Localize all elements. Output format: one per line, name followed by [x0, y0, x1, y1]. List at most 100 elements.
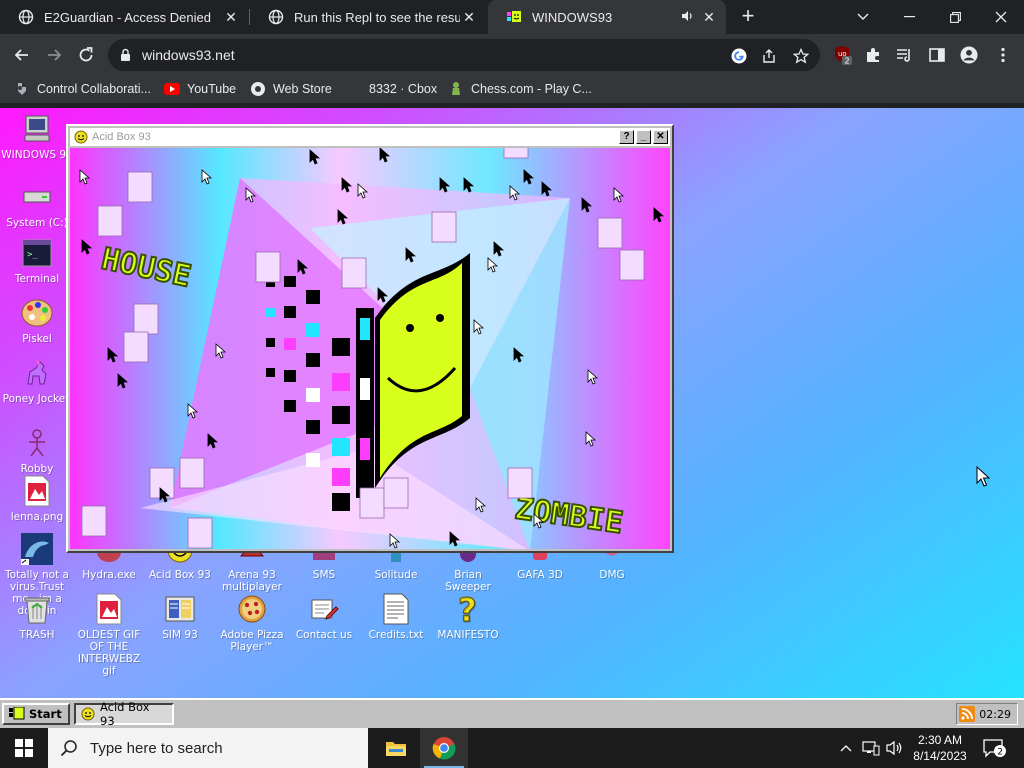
- address-bar[interactable]: windows93.net: [108, 39, 820, 71]
- close-tab-icon[interactable]: ✕: [700, 9, 718, 26]
- taskbar-search-box[interactable]: Type here to search: [48, 728, 368, 768]
- tab-title: Run this Repl to see the results h: [294, 9, 460, 25]
- folder-icon: [386, 742, 406, 756]
- desktop-icon-manifesto[interactable]: ? MANIFESTO: [431, 592, 505, 641]
- system-clock[interactable]: 2:30 AM 8/14/2023: [904, 732, 976, 764]
- url-text[interactable]: windows93.net: [142, 47, 235, 63]
- network-icon[interactable]: [862, 740, 880, 759]
- contact-icon: [307, 592, 341, 626]
- computer-icon: [20, 112, 54, 146]
- windows-logo-icon: [15, 739, 33, 757]
- icon-label: Hydra.exe: [82, 569, 136, 581]
- desktop-icon-contact-us[interactable]: Contact us: [287, 592, 361, 641]
- browser-toolbar: windows93.net uo 2: [0, 34, 1024, 76]
- w93-taskbar: Start Acid Box 93 02:29: [0, 698, 1024, 728]
- windows93-desktop[interactable]: WINDOWS 93 System (C:) >_ Terminal Piske…: [0, 108, 1024, 729]
- window-titlebar[interactable]: Acid Box 93 ? _ ✕: [70, 128, 670, 146]
- bookmark-youtube[interactable]: YouTube: [164, 81, 236, 97]
- acid-box-window[interactable]: Acid Box 93 ? _ ✕ HOUSE ZOMBIE: [66, 124, 674, 553]
- notifications-icon[interactable]: 2: [982, 738, 1006, 761]
- desktop-icon-system[interactable]: System (C:): [0, 180, 74, 229]
- close-tab-icon[interactable]: ✕: [460, 9, 478, 26]
- desktop-icon-sim93[interactable]: SIM 93: [143, 592, 217, 641]
- help-button[interactable]: ?: [619, 130, 634, 144]
- reload-button[interactable]: [74, 43, 98, 67]
- tab-repl[interactable]: Run this Repl to see the results h ✕: [250, 0, 486, 34]
- desktop-icon-robby[interactable]: Robby: [0, 426, 74, 475]
- stickman-icon: [20, 426, 54, 460]
- windows-taskbar: Type here to search 2:30 AM 8/14/2023 2: [0, 728, 1024, 768]
- back-button[interactable]: [10, 43, 34, 67]
- w93-start-button[interactable]: Start: [2, 703, 70, 725]
- icon-label: Arena 93 multiplayer: [222, 569, 282, 593]
- minimize-button[interactable]: _: [636, 130, 651, 144]
- pawn-icon: [448, 81, 464, 97]
- question-icon: ?: [451, 592, 485, 626]
- kebab-menu-icon[interactable]: [994, 46, 1012, 64]
- bookmark-cbox[interactable]: 8332 · Cbox: [346, 81, 437, 97]
- desktop-icon-oldest-gif[interactable]: OLDEST GIF OF THE INTERWEBZ gif: [72, 592, 146, 677]
- desktop-icon-piskel[interactable]: Piskel: [0, 296, 74, 345]
- icon-label: Acid Box 93: [149, 569, 211, 581]
- chrome-icon: [432, 737, 456, 760]
- new-tab-button[interactable]: +: [737, 5, 759, 28]
- minimize-window-icon[interactable]: [886, 0, 932, 34]
- tab-audio-icon[interactable]: [678, 9, 696, 26]
- rss-icon[interactable]: [959, 706, 976, 722]
- icon-label: OLDEST GIF OF THE INTERWEBZ gif: [77, 629, 141, 677]
- terminal-icon: >_: [20, 236, 54, 270]
- star-icon[interactable]: [792, 47, 810, 65]
- google-icon[interactable]: [730, 47, 748, 65]
- file-explorer-button[interactable]: [372, 728, 420, 768]
- pizza-icon: [235, 592, 269, 626]
- desktop-icon-poney-jockey[interactable]: Poney Jockey: [0, 356, 74, 405]
- bookmark-label: Control Collaborati...: [37, 82, 151, 96]
- icon-label: lenna.png: [10, 511, 64, 523]
- bookmark-label: Chess.com - Play C...: [471, 82, 592, 96]
- close-window-icon[interactable]: [978, 0, 1024, 34]
- side-panel-icon[interactable]: [928, 46, 946, 64]
- windows-start-button[interactable]: [0, 728, 48, 768]
- bookmark-chess[interactable]: Chess.com - Play C...: [448, 81, 592, 97]
- extensions-icon[interactable]: [864, 46, 882, 64]
- clock-time: 2:30 AM: [917, 733, 963, 747]
- icon-label: MANIFESTO: [437, 629, 499, 641]
- chrome-taskbar-button[interactable]: [420, 728, 468, 768]
- icon-label: DMG: [599, 569, 625, 581]
- forward-button[interactable]: [42, 43, 66, 67]
- tab-e2guardian[interactable]: E2Guardian - Access Denied ✕: [0, 0, 248, 34]
- desktop-icon-adobe-pizza[interactable]: Adobe Pizza Player™: [215, 592, 289, 653]
- chevron-up-icon[interactable]: [840, 740, 852, 755]
- tab-search-icon[interactable]: [840, 0, 886, 34]
- palette-icon: [20, 296, 54, 330]
- w93-task-acid-box[interactable]: Acid Box 93: [74, 700, 174, 728]
- desktop-icon-windows93[interactable]: WINDOWS 93: [0, 112, 74, 161]
- acid-art: HOUSE ZOMBIE: [79, 148, 665, 549]
- icon-label: SMS: [312, 569, 336, 581]
- bookmark-control-collaboration[interactable]: Control Collaborati...: [14, 81, 151, 97]
- svg-text:?: ?: [458, 593, 477, 625]
- desktop-icon-trash[interactable]: TRASH: [0, 592, 74, 641]
- profile-avatar-icon[interactable]: [960, 46, 978, 64]
- lock-icon[interactable]: [120, 48, 131, 67]
- dolphin-icon: [20, 532, 54, 566]
- tab-windows93[interactable]: WINDOWS93 ✕: [488, 0, 726, 34]
- blank-icon: [346, 81, 362, 97]
- desktop-icon-credits[interactable]: Credits.txt: [359, 592, 433, 641]
- acid-box-canvas[interactable]: HOUSE ZOMBIE: [70, 148, 670, 549]
- icon-label: TRASH: [19, 629, 55, 641]
- w93-clock: 02:29: [979, 707, 1011, 721]
- restore-window-icon[interactable]: [932, 0, 978, 34]
- close-button[interactable]: ✕: [653, 130, 668, 144]
- reading-list-icon[interactable]: [896, 46, 914, 64]
- desktop-icon-terminal[interactable]: >_ Terminal: [0, 236, 74, 285]
- volume-icon[interactable]: [886, 740, 904, 759]
- bookmark-web-store[interactable]: Web Store: [250, 81, 332, 97]
- drive-icon: [20, 180, 54, 214]
- webstore-icon: [250, 81, 266, 97]
- desktop-icon-lenna[interactable]: lenna.png: [0, 474, 74, 523]
- ublock-icon[interactable]: uo 2: [834, 46, 852, 65]
- share-icon[interactable]: [760, 47, 778, 65]
- w93-start-icon: [9, 707, 25, 721]
- close-tab-icon[interactable]: ✕: [222, 9, 240, 26]
